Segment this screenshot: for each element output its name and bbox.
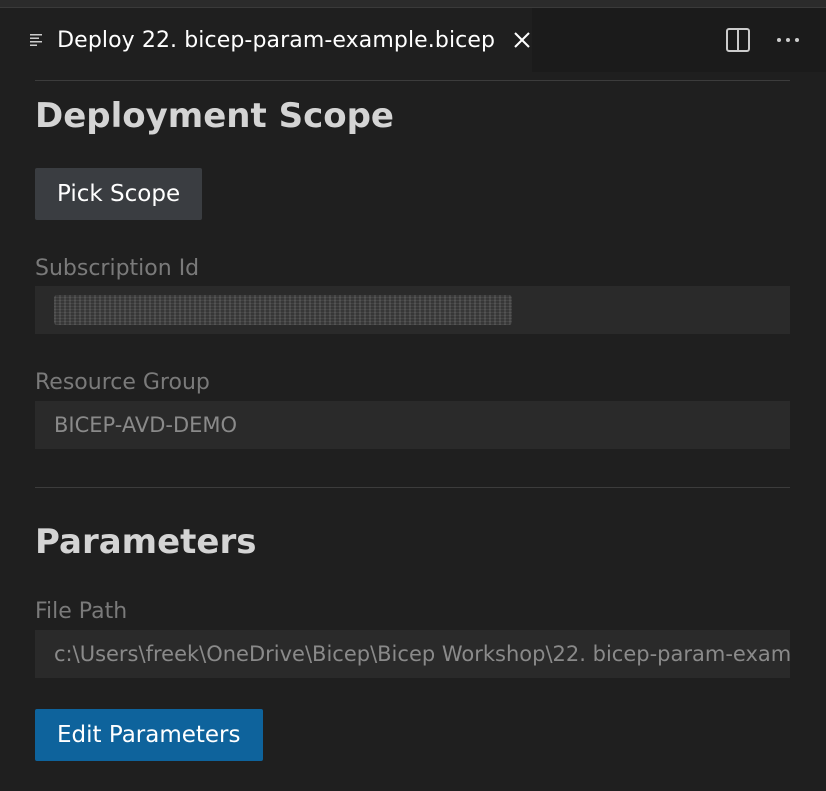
deployment-scope-heading: Deployment Scope: [35, 96, 394, 136]
resource-group-value: BICEP-AVD-DEMO: [54, 413, 238, 437]
resource-group-field[interactable]: BICEP-AVD-DEMO: [35, 401, 790, 449]
redacted-subscription-id: [54, 295, 512, 325]
subscription-id-label: Subscription Id: [35, 256, 200, 281]
section-divider: [35, 487, 790, 488]
more-actions-icon[interactable]: [774, 26, 802, 54]
editor-tab[interactable]: Deploy 22. bicep-param-example.bicep: [0, 8, 532, 72]
edit-parameters-button[interactable]: Edit Parameters: [35, 709, 263, 761]
close-icon[interactable]: [511, 29, 532, 51]
resource-group-label: Resource Group: [35, 370, 210, 395]
top-divider: [35, 80, 790, 81]
editor-actions: [724, 8, 802, 72]
editor-tab-bar: Deploy 22. bicep-param-example.bicep: [0, 8, 826, 72]
file-path-field[interactable]: c:\Users\freek\OneDrive\Bicep\Bicep Work…: [35, 630, 790, 678]
pick-scope-button[interactable]: Pick Scope: [35, 168, 203, 220]
file-path-label: File Path: [35, 599, 128, 624]
file-path-value: c:\Users\freek\OneDrive\Bicep\Bicep Work…: [54, 642, 790, 666]
split-editor-icon[interactable]: [724, 26, 752, 54]
subscription-id-field[interactable]: [35, 286, 790, 334]
preview-icon: [28, 31, 45, 49]
parameters-heading: Parameters: [35, 522, 257, 562]
tab-title: Deploy 22. bicep-param-example.bicep: [57, 27, 496, 53]
window-top-strip: [0, 0, 826, 8]
